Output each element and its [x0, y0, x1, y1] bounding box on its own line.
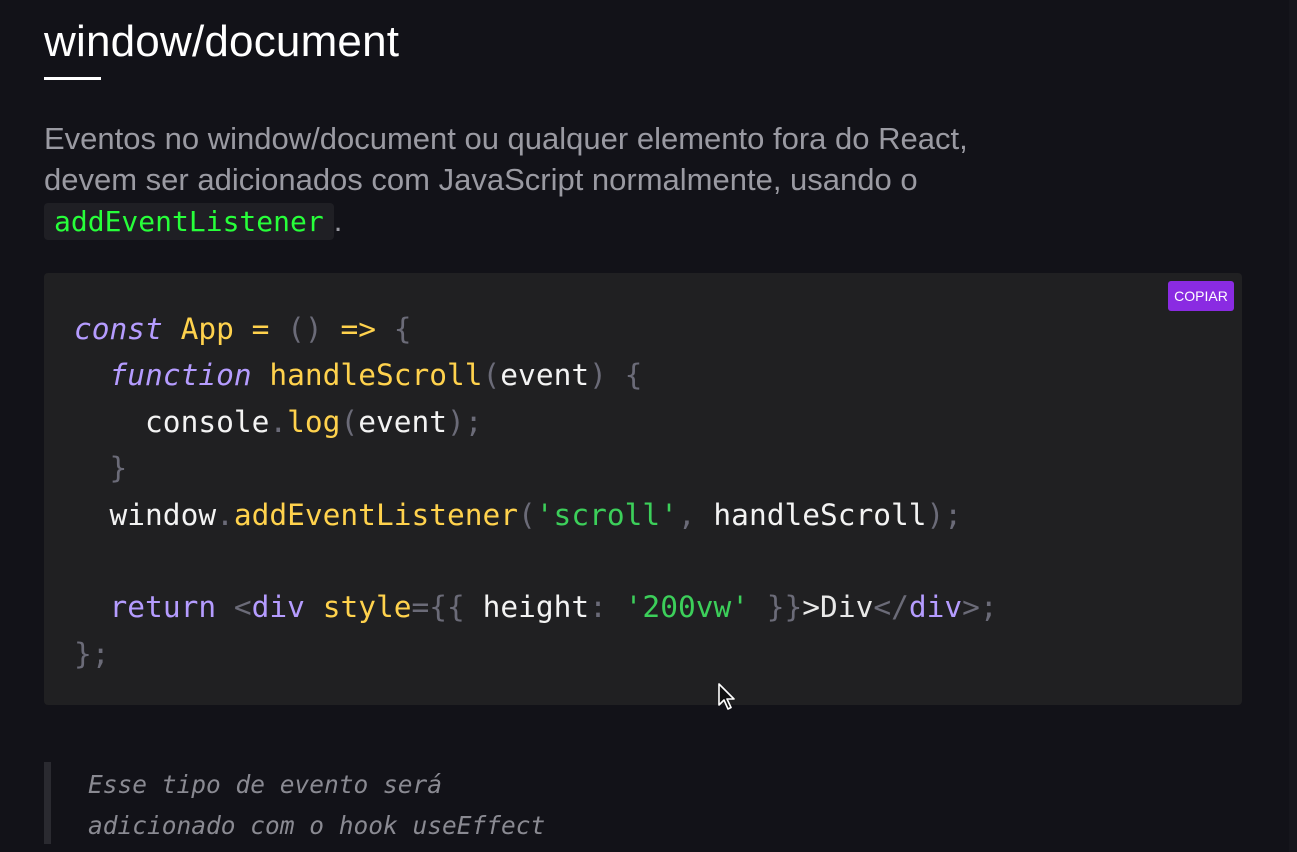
code-token: ,: [677, 497, 696, 532]
code-token: log: [287, 404, 341, 439]
code-token: event: [500, 358, 590, 393]
code-token: const: [74, 312, 163, 346]
code-token: (: [340, 404, 359, 439]
code-token: =: [251, 312, 270, 346]
code-token: 'scroll': [535, 497, 678, 532]
code-token: handleScroll: [695, 497, 927, 532]
code-token: );: [447, 404, 483, 439]
blockquote: Esse tipo de evento será adicionado com o…: [44, 762, 744, 844]
code-token: event: [358, 404, 448, 439]
code-line: };: [74, 631, 998, 677]
code-content: const App = () => { function handleScrol…: [74, 306, 998, 677]
code-token: handleScroll: [269, 358, 483, 393]
code-token: height: [464, 590, 590, 625]
code-token: {: [393, 312, 412, 346]
code-token: >;: [962, 590, 998, 625]
code-line: }: [74, 445, 998, 491]
code-token: addEventListener: [233, 497, 519, 532]
code-line: const App = () => {: [74, 306, 998, 352]
code-token: return: [109, 590, 217, 625]
code-token: .: [269, 404, 288, 439]
blockquote-text: Esse tipo de evento será adicionado com o…: [88, 764, 545, 846]
code-line: return <div style={{ height: '200vw' }}>…: [74, 584, 998, 630]
code-token: function: [109, 358, 252, 393]
page-title: window/document: [44, 17, 400, 66]
intro-text: Eventos no window/document ou qualquer e…: [44, 121, 968, 197]
code-token: div: [251, 590, 305, 625]
code-token: style: [322, 590, 412, 625]
title-underline: [44, 77, 101, 80]
scrollbar-track[interactable]: [1289, 0, 1297, 852]
code-token: <: [233, 590, 252, 625]
mouse-pointer-icon: [718, 683, 735, 710]
code-token: (: [482, 358, 501, 393]
code-token: window: [74, 497, 217, 532]
code-token: }: [109, 451, 128, 486]
code-token: };: [74, 636, 110, 671]
code-token: {: [624, 358, 643, 393]
code-token: ={{: [411, 590, 465, 625]
code-token: App: [180, 312, 234, 346]
intro-paragraph: Eventos no window/document ou qualquer e…: [44, 118, 1044, 242]
code-token: '200vw': [624, 590, 749, 625]
intro-period: .: [333, 203, 343, 238]
code-token: :: [589, 590, 607, 625]
code-line: window.addEventListener('scroll', handle…: [74, 492, 998, 538]
code-token: =>: [340, 312, 376, 346]
blockquote-bar: [44, 762, 51, 844]
code-token: >Div: [802, 590, 874, 625]
blockquote-line-1: Esse tipo de evento será: [88, 770, 443, 799]
blockquote-line-2: adicionado com o hook useEffect: [88, 811, 546, 840]
code-line: function handleScroll(event) {: [74, 352, 998, 398]
code-token: (: [518, 497, 536, 532]
code-token: .: [216, 497, 234, 532]
code-block: COPIAR const App = () => { function hand…: [44, 273, 1242, 705]
code-token: (): [287, 312, 323, 346]
code-line: console.log(event);: [74, 399, 998, 445]
code-token: ): [589, 358, 607, 393]
code-token: </: [873, 590, 909, 625]
code-token: );: [926, 497, 963, 532]
code-token: console: [74, 404, 270, 439]
copy-button[interactable]: COPIAR: [1168, 281, 1234, 311]
code-token: div: [908, 590, 963, 625]
code-token: }}: [766, 590, 803, 625]
inline-code-addeventlistener: addEventListener: [44, 203, 334, 240]
